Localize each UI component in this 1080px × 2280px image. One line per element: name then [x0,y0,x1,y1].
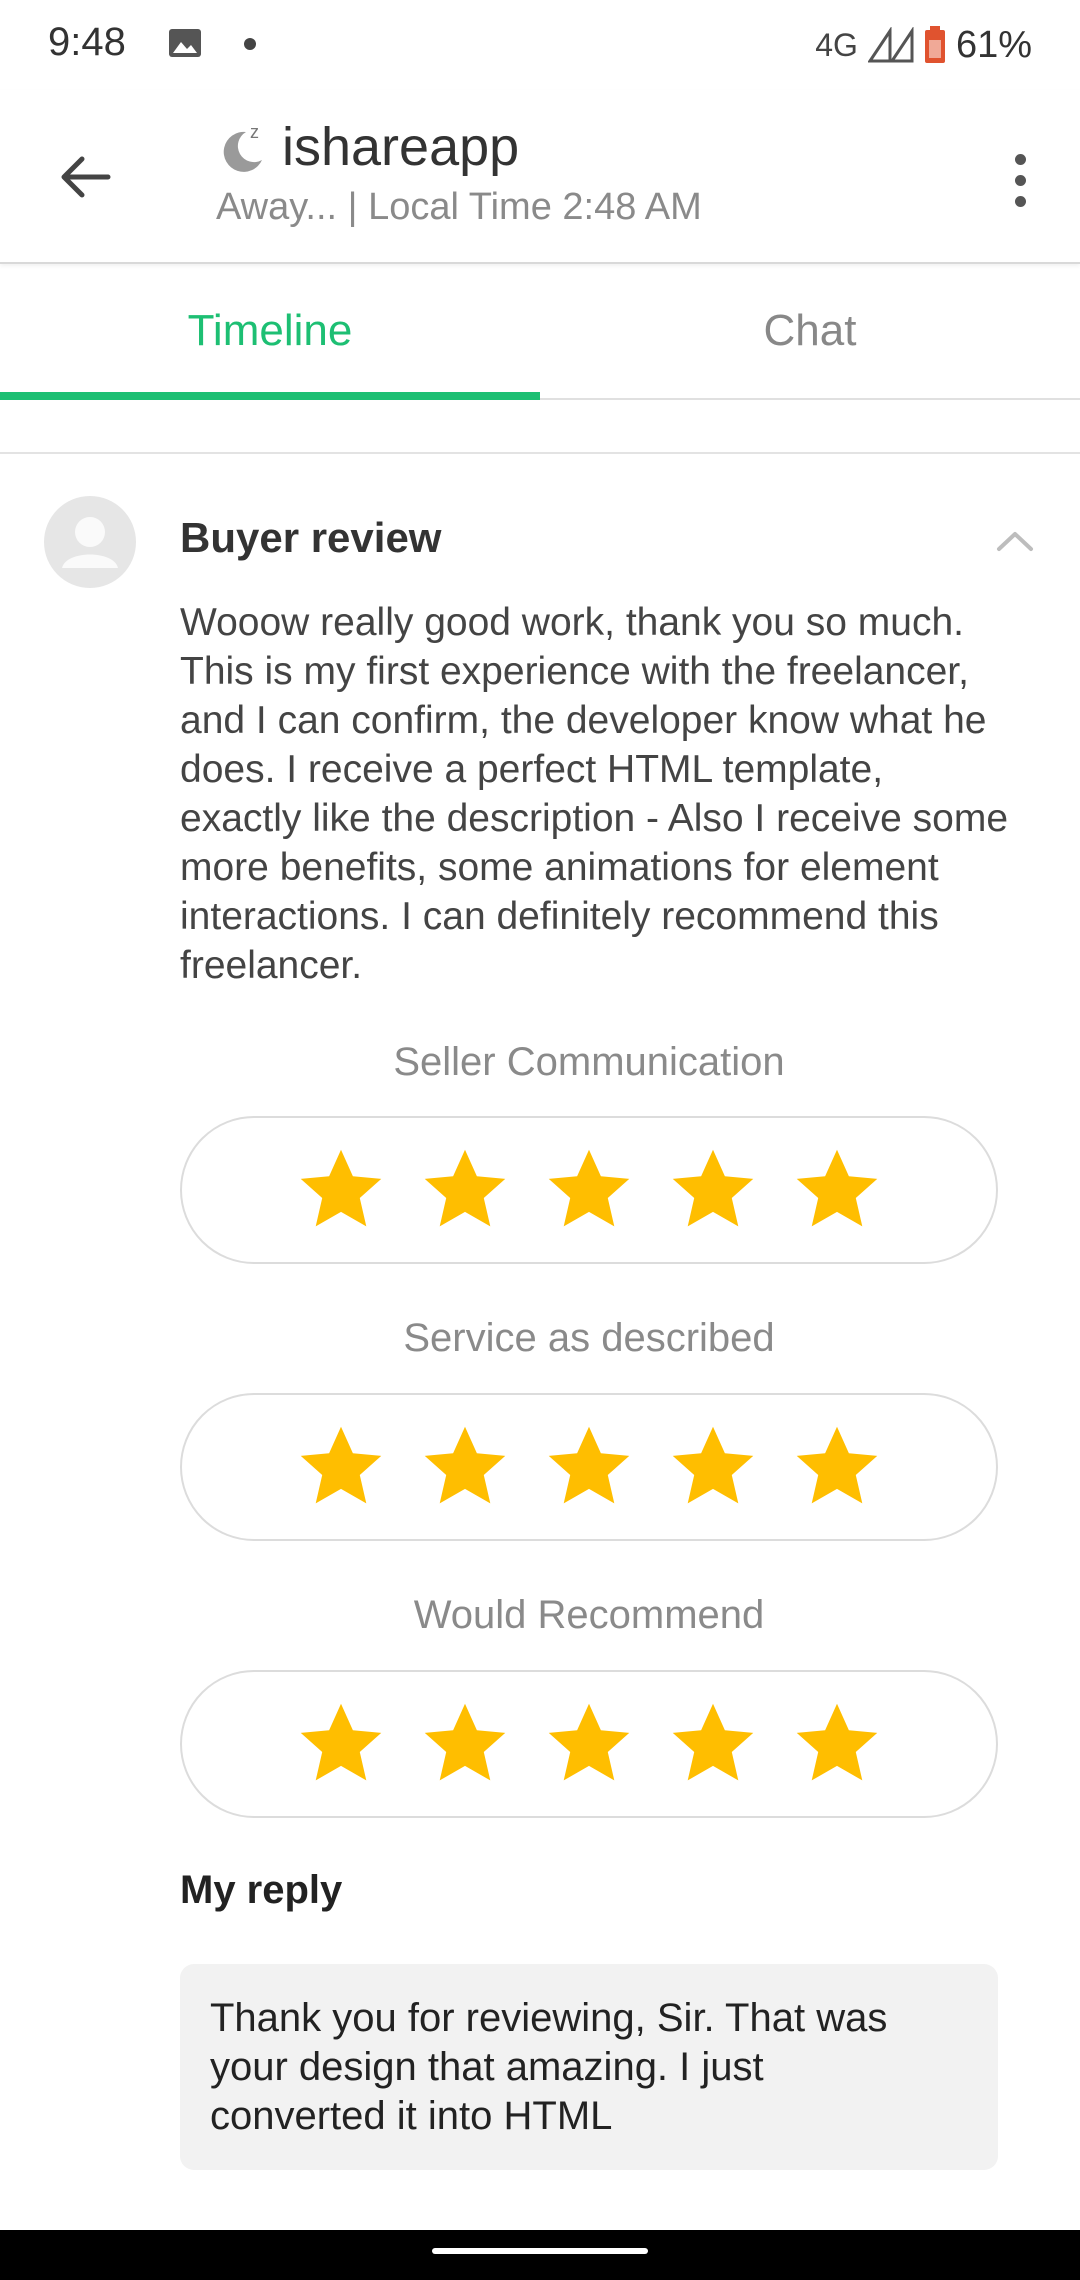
tab-chat[interactable]: Chat [540,264,1080,398]
back-button[interactable] [40,142,130,212]
star-icon [548,1703,630,1781]
arrow-back-icon [61,156,111,198]
tab-timeline[interactable]: Timeline [0,264,540,400]
divider [0,452,1080,454]
rating-label-service-as-described: Service as described [403,1316,775,1360]
rating-stars-service-as-described [180,1393,998,1541]
star-icon [300,1149,382,1227]
star-icon [672,1149,754,1227]
contact-status: Away... | Local Time 2:48 AM [216,186,702,228]
away-moon-icon: z [223,122,262,172]
image-notification-icon [169,29,201,57]
status-time: 9:48 [48,20,126,64]
star-icon [548,1149,630,1227]
star-icon [672,1426,754,1504]
battery-percent: 61% [955,23,1032,66]
star-icon [424,1703,506,1781]
star-icon [796,1149,878,1227]
star-icon [548,1426,630,1504]
app-bar: z ishareapp Away... | Local Time 2:48 AM [0,90,1080,264]
signal-icon [867,27,914,63]
rating-stars-would-recommend [180,1670,998,1818]
review-text: Wooow really good work, thank you so muc… [180,601,1009,987]
status-right: 4G 61% [815,20,1032,70]
contact-name: ishareapp [282,117,520,177]
network-type: 4G [815,26,858,63]
battery-icon [924,26,945,63]
my-reply-label: My reply [180,1868,343,1912]
star-icon [672,1703,754,1781]
navigation-bar [0,2230,1080,2280]
review-title: Buyer review [180,514,442,561]
star-icon [796,1426,878,1504]
star-icon [424,1149,506,1227]
status-bar: 9:48 4G 61% [0,0,1080,90]
more-options-button[interactable] [990,140,1050,220]
rating-label-would-recommend: Would Recommend [413,1593,765,1637]
reply-box: Thank you for reviewing, Sir. That was y… [180,1964,998,2170]
svg-text:z: z [250,122,259,142]
avatar[interactable] [44,496,136,588]
star-icon [424,1426,506,1504]
person-icon [62,517,118,568]
more-vert-icon [1014,153,1026,165]
star-icon [796,1703,878,1781]
home-gesture-handle[interactable] [432,2248,648,2254]
notification-dot-icon [244,38,256,50]
reply-text: Thank you for reviewing, Sir. That was y… [210,1996,888,2138]
star-icon [300,1426,382,1504]
rating-label-seller-communication: Seller Communication [393,1040,785,1084]
tab-bar: Timeline Chat [0,264,1080,400]
chevron-up-icon [997,532,1033,551]
collapse-button[interactable] [990,516,1040,566]
star-icon [300,1703,382,1781]
rating-stars-seller-communication [180,1116,998,1264]
